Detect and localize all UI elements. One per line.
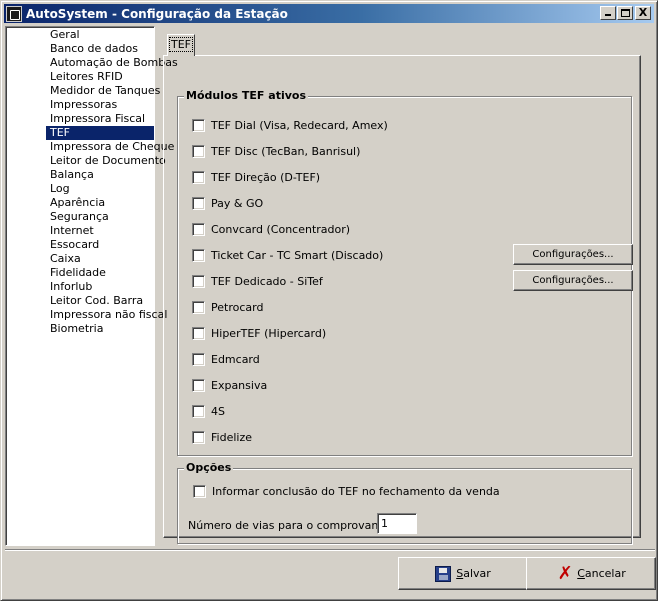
category-item-leitor-cod-barra[interactable]: Leitor Cod. Barra xyxy=(46,294,154,308)
category-item-essocard[interactable]: Essocard xyxy=(46,238,154,252)
module-petrocard[interactable]: Petrocard xyxy=(192,299,263,315)
module-expansiva-label: Expansiva xyxy=(211,378,268,392)
category-item-tef[interactable]: TEF xyxy=(46,126,154,140)
category-item-leitores-rfid[interactable]: Leitores RFID xyxy=(46,70,154,84)
category-item-medidor-de-tanques[interactable]: Medidor de Tanques xyxy=(46,84,160,98)
cancel-button[interactable]: ✗ Cancelar xyxy=(526,557,656,590)
floppy-disk-icon xyxy=(435,565,453,583)
category-item-impressora-fiscal[interactable]: Impressora Fiscal xyxy=(46,112,154,126)
config-window: AutoSystem - Configuração da Estação X G… xyxy=(0,0,658,601)
options-group-title: Opções xyxy=(184,461,234,474)
category-item-impressora-de-cheque[interactable]: Impressora de Cheque xyxy=(46,140,174,154)
module-hipertef-label: HiperTEF (Hipercard) xyxy=(211,326,327,340)
option-inform-conclusion-checkbox[interactable] xyxy=(193,484,206,498)
footer-separator xyxy=(5,549,655,551)
module-pay-and-go[interactable]: Pay & GO xyxy=(192,195,263,211)
module-hipertef-checkbox[interactable] xyxy=(192,326,205,340)
category-item-biometria[interactable]: Biometria xyxy=(46,322,154,336)
module-expansiva-checkbox[interactable] xyxy=(192,378,205,392)
tab-tef[interactable]: TEF xyxy=(167,34,195,56)
title-bar[interactable]: AutoSystem - Configuração da Estação X xyxy=(4,4,654,23)
module-ticket-car-label: Ticket Car - TC Smart (Discado) xyxy=(211,248,384,262)
module-tef-dedicado-label: TEF Dedicado - SiTef xyxy=(211,274,323,288)
category-item-aparencia[interactable]: Aparência xyxy=(46,196,154,210)
module-pay-and-go-label: Pay & GO xyxy=(211,196,264,210)
module-4s-label: 4S xyxy=(211,404,225,418)
module-tef-dedicado-checkbox[interactable] xyxy=(192,274,205,288)
module-tef-dial-checkbox[interactable] xyxy=(192,118,205,132)
close-button[interactable]: X xyxy=(635,6,651,20)
tab-container: TEF Módulos TEF ativos TEF Dial (Visa, R… xyxy=(163,34,641,544)
save-button-label: Salvar xyxy=(456,567,491,580)
maximize-button[interactable] xyxy=(617,6,633,20)
category-item-banco-de-dados[interactable]: Banco de dados xyxy=(46,42,154,56)
window-controls: X xyxy=(599,6,651,20)
module-convcard-checkbox[interactable] xyxy=(192,222,205,236)
option-inform-conclusion-label: Informar conclusão do TEF no fechamento … xyxy=(212,484,500,498)
module-tef-disc[interactable]: TEF Disc (TecBan, Banrisul) xyxy=(192,143,360,159)
category-item-automacao-de-bombas[interactable]: Automação de Bombas xyxy=(46,56,178,70)
tab-tef-label: TEF xyxy=(169,37,193,52)
module-tef-direcao[interactable]: TEF Direção (D-TEF) xyxy=(192,169,320,185)
vias-input[interactable] xyxy=(377,513,417,534)
module-tef-dial[interactable]: TEF Dial (Visa, Redecard, Amex) xyxy=(192,117,388,133)
tab-panel-tef: Módulos TEF ativos TEF Dial (Visa, Redec… xyxy=(163,55,641,544)
category-item-impressoras[interactable]: Impressoras xyxy=(46,98,154,112)
module-tef-direcao-label: TEF Direção (D-TEF) xyxy=(211,170,321,184)
module-4s-checkbox[interactable] xyxy=(192,404,205,418)
module-tef-disc-checkbox[interactable] xyxy=(192,144,205,158)
module-petrocard-label: Petrocard xyxy=(211,300,264,314)
module-convcard[interactable]: Convcard (Concentrador) xyxy=(192,221,350,237)
category-item-caixa[interactable]: Caixa xyxy=(46,252,154,266)
module-fidelize-label: Fidelize xyxy=(211,430,252,444)
minimize-button[interactable] xyxy=(600,6,616,20)
module-edmcard-checkbox[interactable] xyxy=(192,352,205,366)
window-title: AutoSystem - Configuração da Estação xyxy=(26,6,288,21)
module-ticket-car-checkbox[interactable] xyxy=(192,248,205,262)
module-hipertef[interactable]: HiperTEF (Hipercard) xyxy=(192,325,326,341)
category-item-internet[interactable]: Internet xyxy=(46,224,154,238)
tef-modules-group-title: Módulos TEF ativos xyxy=(184,89,309,102)
module-fidelize-checkbox[interactable] xyxy=(192,430,205,444)
close-icon: X xyxy=(638,6,648,19)
sitef-config-button[interactable]: Configurações... xyxy=(513,270,633,291)
module-tef-dial-label: TEF Dial (Visa, Redecard, Amex) xyxy=(211,118,388,132)
app-icon[interactable] xyxy=(6,5,22,22)
vias-label: Número de vias para o comprovante: xyxy=(188,519,394,532)
category-item-leitor-de-documento[interactable]: Leitor de Documento xyxy=(46,154,166,168)
category-list[interactable]: Geral Banco de dados Automação de Bombas… xyxy=(5,26,178,546)
module-expansiva[interactable]: Expansiva xyxy=(192,377,267,393)
category-item-fidelidade[interactable]: Fidelidade xyxy=(46,266,154,280)
cancel-x-icon: ✗ xyxy=(557,562,573,584)
module-pay-and-go-checkbox[interactable] xyxy=(192,196,205,210)
category-item-seguranca[interactable]: Segurança xyxy=(46,210,154,224)
category-item-geral[interactable]: Geral xyxy=(46,28,154,42)
category-item-balanca[interactable]: Balança xyxy=(46,168,154,182)
category-item-log[interactable]: Log xyxy=(46,182,154,196)
module-petrocard-checkbox[interactable] xyxy=(192,300,205,314)
option-inform-conclusion[interactable]: Informar conclusão do TEF no fechamento … xyxy=(193,483,500,499)
module-tef-dedicado[interactable]: TEF Dedicado - SiTef xyxy=(192,273,323,289)
module-tef-disc-label: TEF Disc (TecBan, Banrisul) xyxy=(211,144,361,158)
module-convcard-label: Convcard (Concentrador) xyxy=(211,222,351,236)
module-edmcard-label: Edmcard xyxy=(211,352,260,366)
module-4s[interactable]: 4S xyxy=(192,403,225,419)
ticket-car-config-button[interactable]: Configurações... xyxy=(513,244,633,265)
module-tef-direcao-checkbox[interactable] xyxy=(192,170,205,184)
options-group: Opções Informar conclusão do TEF no fech… xyxy=(177,461,632,544)
cancel-button-label: Cancelar xyxy=(577,567,626,580)
maximize-icon xyxy=(621,9,630,17)
minimize-icon xyxy=(605,14,611,16)
module-ticket-car[interactable]: Ticket Car - TC Smart (Discado) xyxy=(192,247,383,263)
save-button[interactable]: Salvar xyxy=(398,557,528,590)
category-item-impressora-nao-fiscal[interactable]: Impressora não fiscal xyxy=(46,308,167,322)
module-fidelize[interactable]: Fidelize xyxy=(192,429,252,445)
module-edmcard[interactable]: Edmcard xyxy=(192,351,260,367)
tef-modules-group: Módulos TEF ativos TEF Dial (Visa, Redec… xyxy=(177,89,633,456)
category-item-inforlub[interactable]: Inforlub xyxy=(46,280,154,294)
